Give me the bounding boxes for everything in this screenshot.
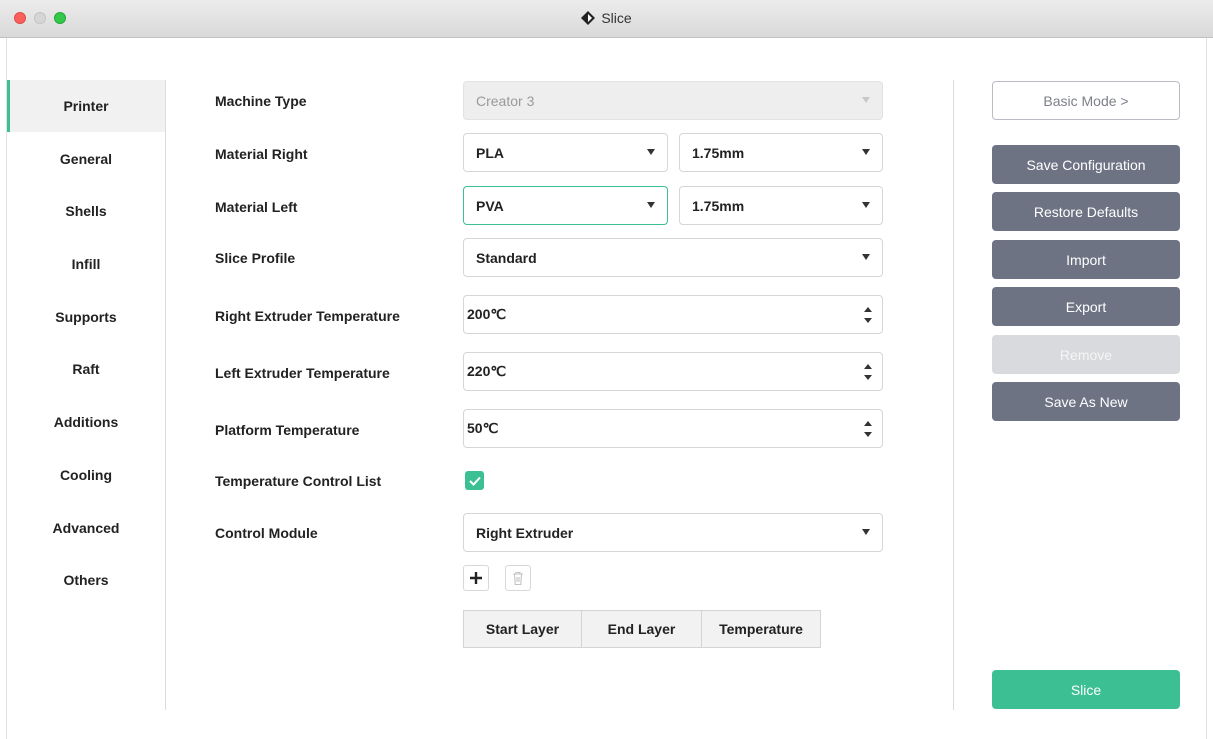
sidebar-item-others[interactable]: Others	[7, 554, 165, 606]
import-button[interactable]: Import	[992, 240, 1180, 279]
temp-control-list-checkbox[interactable]	[465, 471, 484, 490]
sidebar-item-printer[interactable]: Printer	[7, 80, 165, 132]
machine-type-value: Creator 3	[476, 92, 535, 109]
material-right-diameter-select[interactable]: 1.75mm	[679, 133, 883, 172]
control-module-select[interactable]: Right Extruder	[463, 513, 883, 552]
stepper-icon[interactable]	[864, 307, 872, 323]
material-left-value: PVA	[476, 197, 504, 214]
chevron-down-icon	[862, 202, 870, 208]
table-header-start-layer: Start Layer	[464, 611, 582, 647]
app-logo-icon	[581, 11, 596, 25]
sidebar-item-label: Shells	[65, 203, 107, 220]
sidebar-item-label: Raft	[72, 361, 100, 378]
checkmark-icon	[468, 476, 481, 486]
material-right-diameter-value: 1.75mm	[692, 144, 745, 161]
platform-temp-label: Platform Temperature	[215, 422, 360, 438]
export-button[interactable]: Export	[992, 287, 1180, 326]
stepper-icon[interactable]	[864, 421, 872, 437]
material-right-label: Material Right	[215, 146, 308, 162]
window-title-container: Slice	[0, 10, 1213, 26]
sidebar-item-label: Cooling	[59, 466, 113, 483]
plus-icon	[470, 572, 482, 584]
left-extruder-temp-value: 220℃	[467, 363, 507, 379]
chevron-down-icon	[862, 254, 870, 260]
sidebar-item-advanced[interactable]: Advanced	[7, 502, 165, 554]
delete-row-button[interactable]	[505, 565, 531, 591]
chevron-down-icon	[647, 149, 655, 155]
save-as-new-button[interactable]: Save As New	[992, 382, 1180, 421]
material-right-value: PLA	[476, 144, 504, 161]
material-left-diameter-select[interactable]: 1.75mm	[679, 186, 883, 225]
slice-profile-label: Slice Profile	[215, 250, 296, 266]
platform-temp-value: 50℃	[467, 420, 499, 436]
slice-profile-select[interactable]: Standard	[463, 238, 883, 277]
sidebar-item-label: Printer	[63, 98, 109, 114]
control-module-value: Right Extruder	[476, 524, 574, 541]
sidebar-item-label: Others	[63, 572, 109, 589]
sidebar-item-supports[interactable]: Supports	[7, 291, 165, 343]
slice-button[interactable]: Slice	[992, 670, 1180, 709]
right-extruder-temp-label: Right Extruder Temperature	[215, 308, 400, 324]
chevron-down-icon	[862, 529, 870, 535]
sidebar: Printer General Shells Infill Supports R…	[7, 80, 166, 710]
sidebar-item-label: Advanced	[52, 519, 120, 536]
chevron-down-icon	[647, 202, 655, 208]
sidebar-item-label: General	[59, 150, 113, 167]
left-extruder-temp-input[interactable]: 220℃	[463, 352, 883, 391]
window-body: Printer General Shells Infill Supports R…	[6, 38, 1207, 739]
sidebar-item-cooling[interactable]: Cooling	[7, 449, 165, 501]
save-configuration-button[interactable]: Save Configuration	[992, 145, 1180, 184]
add-row-button[interactable]	[463, 565, 489, 591]
sidebar-item-infill[interactable]: Infill	[7, 238, 165, 290]
chevron-down-icon	[862, 97, 870, 103]
platform-temp-input[interactable]: 50℃	[463, 409, 883, 448]
machine-type-select: Creator 3	[463, 81, 883, 120]
stepper-icon[interactable]	[864, 364, 872, 380]
material-left-diameter-value: 1.75mm	[692, 197, 745, 214]
sidebar-item-label: Infill	[71, 256, 101, 273]
sidebar-item-raft[interactable]: Raft	[7, 343, 165, 395]
material-left-select[interactable]: PVA	[463, 186, 668, 225]
left-extruder-temp-label: Left Extruder Temperature	[215, 365, 390, 381]
sidebar-item-label: Additions	[53, 414, 119, 431]
chevron-down-icon	[862, 149, 870, 155]
sidebar-item-additions[interactable]: Additions	[7, 396, 165, 448]
temperature-control-table: Start Layer End Layer Temperature	[463, 610, 821, 648]
restore-defaults-button[interactable]: Restore Defaults	[992, 192, 1180, 231]
right-extruder-temp-value: 200℃	[467, 306, 507, 322]
control-module-label: Control Module	[215, 525, 318, 541]
machine-type-label: Machine Type	[215, 93, 307, 109]
temp-control-list-label: Temperature Control List	[215, 473, 382, 489]
trash-icon	[513, 571, 523, 585]
table-header-end-layer: End Layer	[582, 611, 702, 647]
sidebar-item-general[interactable]: General	[7, 133, 165, 185]
window-titlebar: Slice	[0, 0, 1213, 38]
material-right-select[interactable]: PLA	[463, 133, 668, 172]
remove-button: Remove	[992, 335, 1180, 374]
panel-divider	[953, 80, 954, 710]
table-header-temperature: Temperature	[719, 621, 803, 637]
sidebar-item-shells[interactable]: Shells	[7, 185, 165, 237]
sidebar-item-label: Supports	[55, 308, 117, 325]
basic-mode-button[interactable]: Basic Mode >	[992, 81, 1180, 120]
material-left-label: Material Left	[215, 199, 298, 215]
slice-profile-value: Standard	[476, 249, 537, 266]
right-extruder-temp-input[interactable]: 200℃	[463, 295, 883, 334]
window-title: Slice	[601, 10, 632, 26]
